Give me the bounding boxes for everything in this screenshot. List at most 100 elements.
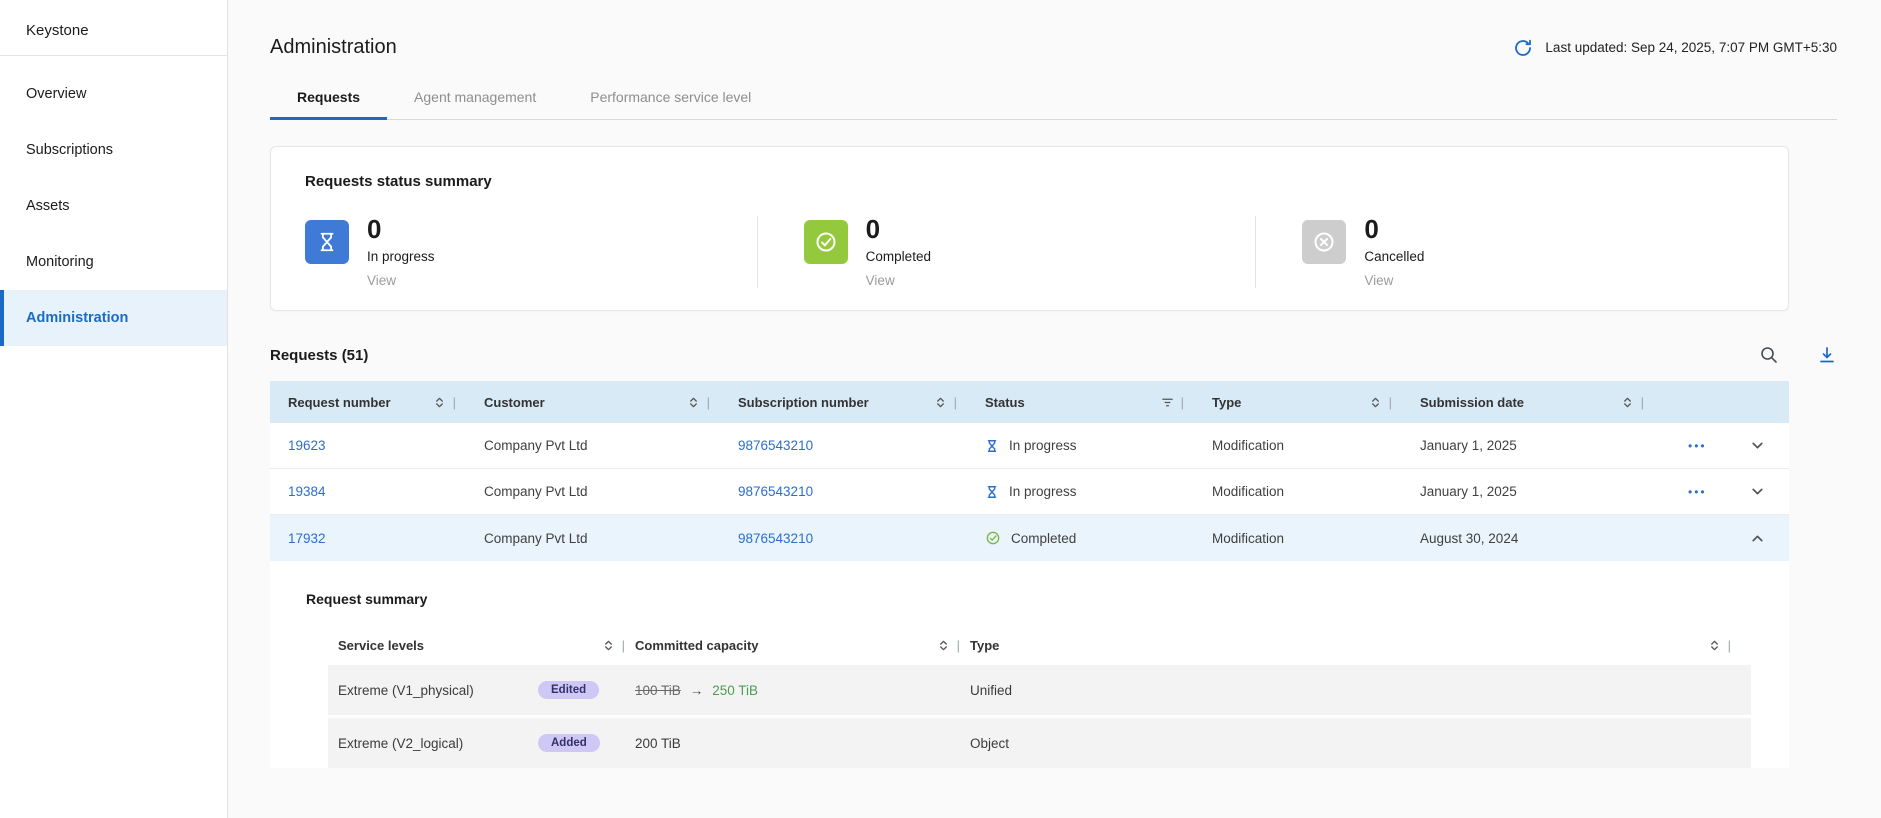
sidebar-item-monitoring[interactable]: Monitoring xyxy=(0,234,227,290)
summary-table-header: Service levels Committed capacity Type xyxy=(328,625,1751,665)
in-progress-label: In progress xyxy=(367,249,435,264)
sort-icon[interactable] xyxy=(1621,396,1634,409)
request-number-link[interactable]: 17932 xyxy=(288,531,326,546)
hourglass-icon xyxy=(305,220,349,264)
sort-icon[interactable] xyxy=(937,639,950,652)
page-header: Administration Last updated: Sep 24, 202… xyxy=(270,0,1837,59)
sort-icon[interactable] xyxy=(687,396,700,409)
completed-label: Completed xyxy=(866,249,931,264)
request-number-link[interactable]: 19384 xyxy=(288,484,326,499)
in-progress-tile-body: 0 In progress View xyxy=(367,216,435,288)
column-separator xyxy=(707,395,710,410)
hourglass-icon xyxy=(985,485,999,499)
requests-section-head: Requests (51) xyxy=(270,345,1837,365)
customer-cell: Company Pvt Ltd xyxy=(466,438,720,453)
search-icon[interactable] xyxy=(1759,345,1779,365)
tab-performance-service-level[interactable]: Performance service level xyxy=(563,89,778,119)
in-progress-view-link[interactable]: View xyxy=(367,273,435,288)
status-text: Completed xyxy=(1011,531,1076,546)
column-header-summary-type[interactable]: Type xyxy=(970,638,1741,653)
capacity-old-value: 100 TiB xyxy=(635,683,681,698)
cancel-circle-icon xyxy=(1302,220,1346,264)
sidebar-item-overview[interactable]: Overview xyxy=(0,66,227,122)
column-label: Subscription number xyxy=(738,395,869,410)
subscription-number-link[interactable]: 9876543210 xyxy=(738,438,813,453)
column-header-customer[interactable]: Customer xyxy=(466,381,720,423)
column-header-request-number[interactable]: Request number xyxy=(270,381,466,423)
request-summary-table: Service levels Committed capacity Type xyxy=(328,625,1751,768)
filter-icon[interactable] xyxy=(1161,396,1174,409)
column-header-committed-capacity[interactable]: Committed capacity xyxy=(635,638,970,653)
refresh-icon[interactable] xyxy=(1513,38,1533,58)
tab-requests[interactable]: Requests xyxy=(270,89,387,119)
sort-icon[interactable] xyxy=(433,396,446,409)
submission-date-cell: January 1, 2025 xyxy=(1402,484,1654,499)
tab-agent-management[interactable]: Agent management xyxy=(387,89,563,119)
sidebar-item-subscriptions[interactable]: Subscriptions xyxy=(0,122,227,178)
page-title: Administration xyxy=(270,36,397,59)
requests-status-summary-card: Requests status summary 0 In progress Vi… xyxy=(270,146,1789,311)
request-summary-title: Request summary xyxy=(306,591,1751,607)
main-content: Administration Last updated: Sep 24, 202… xyxy=(228,0,1881,818)
column-label: Service levels xyxy=(338,638,424,653)
check-circle-icon xyxy=(985,530,1001,546)
submission-date-cell: January 1, 2025 xyxy=(1402,438,1654,453)
chevron-down-icon[interactable] xyxy=(1750,438,1765,453)
cancelled-view-link[interactable]: View xyxy=(1364,273,1424,288)
chevron-up-icon[interactable] xyxy=(1750,531,1765,546)
subscription-number-cell: 9876543210 xyxy=(720,438,967,453)
sort-icon[interactable] xyxy=(1369,396,1382,409)
hourglass-icon xyxy=(985,439,999,453)
requests-toolbar xyxy=(1759,345,1837,365)
column-header-submission-date[interactable]: Submission date xyxy=(1402,381,1654,423)
download-icon[interactable] xyxy=(1817,345,1837,365)
tab-bar: Requests Agent management Performance se… xyxy=(270,89,1837,120)
cancelled-label: Cancelled xyxy=(1364,249,1424,264)
status-tile-cancelled: 0 Cancelled View xyxy=(1255,216,1754,288)
sidebar-item-assets[interactable]: Assets xyxy=(0,178,227,234)
column-header-service-levels[interactable]: Service levels xyxy=(338,638,635,653)
sort-icon[interactable] xyxy=(934,396,947,409)
actions-cell: ••• xyxy=(1654,438,1789,453)
subscription-number-link[interactable]: 9876543210 xyxy=(738,531,813,546)
service-level-name: Extreme (V1_physical) xyxy=(338,683,538,698)
request-number-cell: 17932 xyxy=(270,531,466,546)
sidebar-divider xyxy=(0,55,227,56)
actions-cell xyxy=(1654,531,1789,546)
edited-badge: Edited xyxy=(538,681,599,699)
chevron-down-icon[interactable] xyxy=(1750,484,1765,499)
column-separator xyxy=(453,395,456,410)
row-menu-icon[interactable]: ••• xyxy=(1688,485,1707,499)
request-number-cell: 19384 xyxy=(270,484,466,499)
column-header-status[interactable]: Status xyxy=(967,381,1194,423)
sidebar-item-administration[interactable]: Administration xyxy=(0,290,227,346)
status-cell: In progress xyxy=(967,484,1194,499)
table-row: 19384 Company Pvt Ltd 9876543210 In prog… xyxy=(270,469,1789,515)
column-label: Type xyxy=(1212,395,1241,410)
subscription-number-cell: 9876543210 xyxy=(720,531,967,546)
added-badge: Added xyxy=(538,734,600,752)
column-header-type[interactable]: Type xyxy=(1194,381,1402,423)
column-label: Committed capacity xyxy=(635,638,759,653)
type-cell: Modification xyxy=(1194,438,1402,453)
row-menu-icon[interactable]: ••• xyxy=(1688,439,1707,453)
completed-view-link[interactable]: View xyxy=(866,273,931,288)
sort-icon[interactable] xyxy=(1708,639,1721,652)
subscription-number-link[interactable]: 9876543210 xyxy=(738,484,813,499)
status-text: In progress xyxy=(1009,438,1077,453)
column-label: Request number xyxy=(288,395,391,410)
app-window: Keystone Overview Subscriptions Assets M… xyxy=(0,0,1881,818)
last-updated-text: Last updated: Sep 24, 2025, 7:07 PM GMT+… xyxy=(1545,40,1837,55)
actions-cell: ••• xyxy=(1654,484,1789,499)
status-cell: In progress xyxy=(967,438,1194,453)
column-header-actions xyxy=(1654,381,1789,423)
column-separator xyxy=(1641,395,1644,410)
sort-icon[interactable] xyxy=(602,639,615,652)
summary-row: Extreme (V1_physical) Edited 100 TiB → 2… xyxy=(328,665,1751,715)
status-summary-title: Requests status summary xyxy=(305,173,1754,190)
column-separator xyxy=(1728,638,1731,653)
column-header-subscription-number[interactable]: Subscription number xyxy=(720,381,967,423)
column-separator xyxy=(957,638,960,653)
cancelled-tile-body: 0 Cancelled View xyxy=(1364,216,1424,288)
request-number-link[interactable]: 19623 xyxy=(288,438,326,453)
